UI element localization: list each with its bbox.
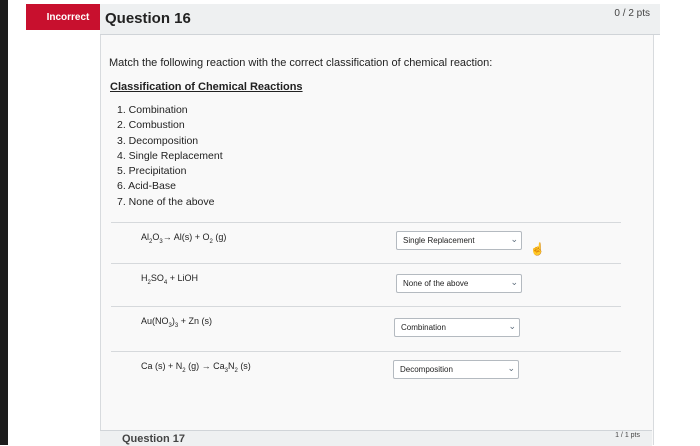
chevron-down-icon: ⌄ — [508, 321, 516, 331]
next-question-points: 1 / 1 pts — [615, 432, 640, 439]
answer-select-3[interactable]: Combination ⌄ — [394, 318, 520, 337]
question-points: 0 / 2 pts — [614, 8, 650, 19]
select-value: None of the above — [403, 279, 469, 288]
reaction-2: H2SO4 + LiOH — [141, 273, 198, 286]
question-body: Match the following reaction with the co… — [100, 35, 654, 445]
match-row-3: Au(NO3)3 + Zn (s) — [111, 306, 621, 349]
match-row-4: Ca (s) + N2 (g) → Ca3N2 (s) — [111, 351, 621, 394]
list-item: 6. Acid-Base — [117, 180, 176, 193]
question-header: Question 16 0 / 2 pts — [100, 4, 660, 35]
list-item: 2. Combustion — [117, 119, 185, 132]
answer-select-2[interactable]: None of the above ⌄ — [396, 274, 522, 293]
reaction-1: Al2O3→ Al(s) + O2 (g) — [141, 232, 227, 245]
classification-list: 1. Combination 2. Combustion 3. Decompos… — [117, 103, 223, 210]
list-item: 3. Decomposition — [117, 134, 199, 147]
select-value: Single Replacement — [403, 236, 475, 245]
chevron-down-icon: ⌄ — [510, 234, 518, 244]
chevron-down-icon: ⌄ — [510, 277, 518, 287]
select-value: Decomposition — [400, 365, 453, 374]
answer-select-4[interactable]: Decomposition ⌄ — [393, 360, 519, 379]
match-row-2: H2SO4 + LiOH — [111, 263, 621, 306]
window-left-edge — [0, 0, 8, 445]
reaction-4: Ca (s) + N2 (g) → Ca3N2 (s) — [141, 361, 251, 374]
question-prompt: Match the following reaction with the co… — [109, 57, 493, 69]
answer-select-1[interactable]: Single Replacement ⌄ — [396, 231, 522, 250]
next-question-title: Question 17 — [122, 433, 185, 445]
question-title: Question 16 — [105, 10, 191, 27]
hand-pointer-icon: ☝ — [530, 242, 545, 256]
list-item: 1. Combination — [117, 104, 188, 116]
list-item: 7. None of the above — [117, 195, 215, 208]
chevron-down-icon: ⌄ — [507, 363, 515, 373]
select-value: Combination — [401, 323, 446, 332]
list-item: 5. Precipitation — [117, 165, 187, 178]
incorrect-badge: Incorrect — [26, 4, 110, 30]
next-question-header: Question 17 1 / 1 pts — [100, 430, 652, 446]
classification-heading: Classification of Chemical Reactions — [110, 81, 303, 93]
list-item: 4. Single Replacement — [117, 149, 223, 162]
reaction-3: Au(NO3)3 + Zn (s) — [141, 316, 212, 329]
